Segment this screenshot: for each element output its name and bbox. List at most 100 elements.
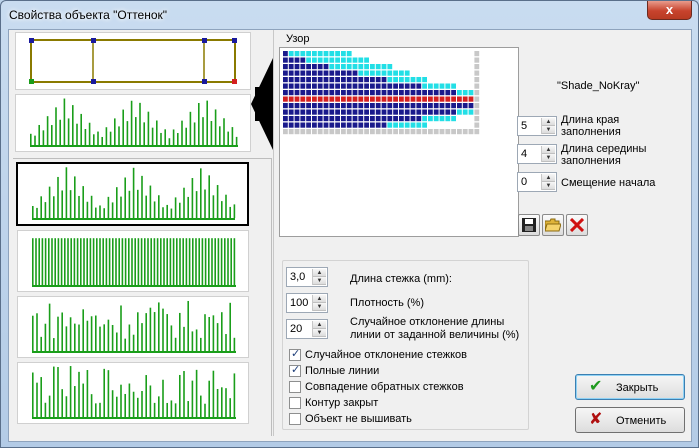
pattern-cell[interactable] [317,64,323,70]
pattern-cell[interactable] [329,129,335,135]
pattern-cell[interactable] [346,64,352,70]
pattern-cell[interactable] [416,103,422,109]
pattern-cell[interactable] [317,96,323,102]
pattern-cell[interactable] [283,96,288,102]
pattern-cell[interactable] [346,103,352,109]
pattern-cell[interactable] [428,103,433,109]
pattern-cell[interactable] [341,51,346,57]
pattern-cell[interactable] [422,103,427,109]
pattern-cell[interactable] [283,51,288,57]
pattern-cell[interactable] [416,96,422,102]
spin-down-icon[interactable]: ▼ [542,182,555,190]
pattern-cell[interactable] [381,51,387,57]
pattern-cell[interactable] [393,109,398,115]
pattern-cell[interactable] [364,51,369,57]
pattern-cell[interactable] [381,90,387,96]
pattern-cell[interactable] [323,116,329,122]
middle-length-spinner[interactable]: ▲▼ [517,144,557,164]
pattern-cell[interactable] [364,116,369,122]
shade-list-item[interactable] [17,296,249,358]
pattern-cell[interactable] [399,51,404,57]
pattern-cell[interactable] [341,116,346,122]
pattern-cell[interactable] [329,109,335,115]
pattern-cell[interactable] [439,83,445,89]
pattern-cell[interactable] [370,51,375,57]
edge-length-spinner[interactable]: ▲▼ [517,116,557,136]
pattern-cell[interactable] [393,77,398,83]
pattern-cell[interactable] [387,64,393,70]
pattern-cell[interactable] [352,57,358,63]
pattern-cell[interactable] [393,51,398,57]
pattern-cell[interactable] [462,103,468,109]
pattern-cell[interactable] [323,103,329,109]
pattern-cell[interactable] [474,122,480,128]
pattern-cell[interactable] [329,122,335,128]
pattern-cell[interactable] [335,77,340,83]
pattern-cell[interactable] [370,96,375,102]
pattern-cell[interactable] [474,64,480,70]
pattern-cell[interactable] [422,57,427,63]
pattern-cell[interactable] [283,77,288,83]
pattern-cell[interactable] [410,129,416,135]
pattern-cell[interactable] [457,51,462,57]
pattern-cell[interactable] [288,90,294,96]
pattern-cell[interactable] [474,109,480,115]
pattern-cell[interactable] [474,57,480,63]
pattern-cell[interactable] [335,96,340,102]
contour-node[interactable] [202,79,207,84]
pattern-cell[interactable] [462,96,468,102]
pattern-cell[interactable] [416,90,422,96]
pattern-cell[interactable] [433,129,439,135]
pattern-cell[interactable] [370,122,375,128]
pattern-cell[interactable] [416,83,422,89]
pattern-cell[interactable] [288,57,294,63]
spin-down-icon[interactable]: ▼ [313,303,326,311]
pattern-cell[interactable] [422,77,427,83]
pattern-cell[interactable] [317,83,323,89]
pattern-cell[interactable] [457,122,462,128]
pattern-cell[interactable] [399,116,404,122]
pattern-cell[interactable] [323,64,329,70]
pattern-cell[interactable] [358,109,364,115]
start-offset-input[interactable] [518,173,542,191]
pattern-cell[interactable] [288,83,294,89]
pattern-cell[interactable] [294,109,300,115]
pattern-cell[interactable] [474,116,480,122]
pattern-cell[interactable] [404,70,410,76]
pattern-cell[interactable] [364,96,369,102]
pattern-cell[interactable] [323,83,329,89]
pattern-cell[interactable] [294,57,300,63]
pattern-cell[interactable] [410,122,416,128]
pattern-cell[interactable] [404,51,410,57]
pattern-cell[interactable] [294,70,300,76]
pattern-cell[interactable] [439,77,445,83]
pattern-cell[interactable] [341,64,346,70]
pattern-cell[interactable] [381,103,387,109]
spin-down-icon[interactable]: ▼ [313,329,326,337]
pattern-cell[interactable] [468,116,474,122]
pattern-cell[interactable] [300,96,306,102]
pattern-cell[interactable] [399,109,404,115]
pattern-cell[interactable] [370,64,375,70]
pattern-cell[interactable] [323,57,329,63]
pattern-cell[interactable] [468,122,474,128]
pattern-cell[interactable] [457,90,462,96]
pattern-cell[interactable] [370,83,375,89]
pattern-cell[interactable] [416,109,422,115]
pattern-cell[interactable] [288,64,294,70]
pattern-cell[interactable] [404,109,410,115]
pattern-cell[interactable] [399,90,404,96]
pattern-cell[interactable] [399,57,404,63]
spin-up-icon[interactable]: ▲ [542,146,555,154]
start-offset-spinner[interactable]: ▲▼ [517,172,557,192]
spin-down-icon[interactable]: ▼ [542,126,555,134]
pattern-cell[interactable] [323,96,329,102]
pattern-cell[interactable] [451,90,456,96]
pattern-cell[interactable] [387,57,393,63]
pattern-cell[interactable] [370,90,375,96]
pattern-cell[interactable] [428,122,433,128]
pattern-cell[interactable] [468,57,474,63]
pattern-cell[interactable] [364,122,369,128]
pattern-cell[interactable] [294,122,300,128]
pattern-cell[interactable] [404,122,410,128]
